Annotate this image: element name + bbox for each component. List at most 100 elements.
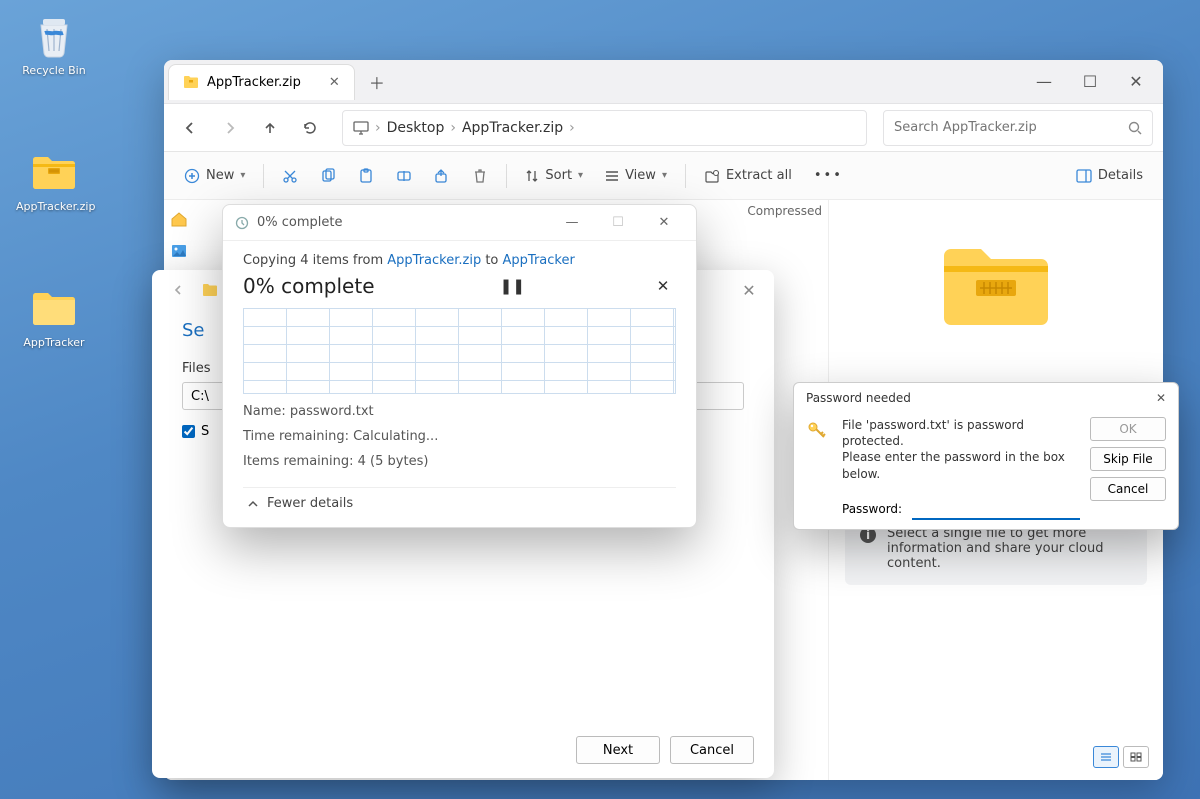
wizard-close-button[interactable]: ✕ <box>734 281 764 300</box>
password-title-bar: Password needed ✕ <box>794 383 1178 413</box>
zip-large-icon <box>936 236 1056 332</box>
wizard-cancel-button[interactable]: Cancel <box>670 736 754 764</box>
recycle-bin-icon <box>30 12 78 60</box>
detail-items: Items remaining: 4 (5 bytes) <box>243 454 676 469</box>
tab-strip: AppTracker.zip ✕ ＋ — ☐ ✕ <box>164 60 1163 104</box>
breadcrumb[interactable]: › Desktop › AppTracker.zip › <box>342 110 867 146</box>
extract-icon <box>704 169 720 183</box>
desktop-zip-label: AppTracker.zip <box>16 200 92 213</box>
cut-button[interactable] <box>272 159 308 193</box>
recycle-bin-label: Recycle Bin <box>16 64 92 77</box>
breadcrumb-item[interactable]: AppTracker.zip <box>462 120 563 136</box>
password-cancel-button[interactable]: Cancel <box>1090 477 1166 501</box>
thumbnails-view-button[interactable] <box>1123 746 1149 768</box>
toolbar-separator <box>506 164 507 188</box>
home-icon[interactable] <box>170 210 190 230</box>
password-input[interactable] <box>912 498 1080 520</box>
copying-line: Copying 4 items from AppTracker.zip to A… <box>243 253 676 268</box>
tab-apptracker[interactable]: AppTracker.zip ✕ <box>168 64 355 100</box>
view-icon <box>605 170 619 182</box>
refresh-button[interactable] <box>294 112 326 144</box>
rename-icon <box>396 168 412 184</box>
sort-label: Sort <box>545 168 572 183</box>
password-message: File 'password.txt' is password protecte… <box>842 417 1080 482</box>
plus-circle-icon <box>184 168 200 184</box>
window-minimize-button[interactable]: — <box>1021 66 1067 98</box>
detail-time: Time remaining: Calculating... <box>243 429 676 444</box>
column-header-compressed[interactable]: Compressed <box>747 204 822 218</box>
sort-button[interactable]: Sort ▾ <box>515 159 593 193</box>
details-label: Details <box>1098 168 1143 183</box>
details-pane-icon <box>1076 169 1092 183</box>
progress-close-button[interactable]: ✕ <box>644 209 684 237</box>
progress-icon <box>235 216 249 230</box>
copying-dest-link[interactable]: AppTracker <box>503 253 575 268</box>
progress-graph <box>243 308 676 394</box>
pause-button[interactable]: ❚❚ <box>499 277 525 295</box>
toolbar: New ▾ Sort ▾ View ▾ Extract all ••• <box>164 152 1163 200</box>
details-button[interactable]: Details <box>1066 159 1153 193</box>
search-input[interactable] <box>894 120 1120 135</box>
toolbar-separator <box>263 164 264 188</box>
delete-button[interactable] <box>462 159 498 193</box>
toolbar-separator <box>685 164 686 188</box>
share-icon <box>434 168 450 184</box>
chevron-up-icon <box>247 498 259 510</box>
copying-source-link[interactable]: AppTracker.zip <box>387 253 481 268</box>
rename-button[interactable] <box>386 159 422 193</box>
zip-icon <box>183 75 199 89</box>
nav-row: › Desktop › AppTracker.zip › <box>164 104 1163 152</box>
wizard-back-button[interactable] <box>162 274 194 306</box>
checkbox-input[interactable] <box>182 425 195 438</box>
tab-close-icon[interactable]: ✕ <box>329 75 340 90</box>
extract-all-button[interactable]: Extract all <box>694 159 802 193</box>
extract-all-label: Extract all <box>726 168 792 183</box>
cancel-x-button[interactable]: ✕ <box>650 277 676 295</box>
search-box[interactable] <box>883 110 1153 146</box>
password-skip-button[interactable]: Skip File <box>1090 447 1166 471</box>
zip-folder-icon <box>30 148 78 196</box>
password-ok-button[interactable]: OK <box>1090 417 1166 441</box>
gallery-icon[interactable] <box>170 242 190 262</box>
copy-progress-dialog: 0% complete — ☐ ✕ Copying 4 items from A… <box>222 204 697 528</box>
view-button[interactable]: View ▾ <box>595 159 677 193</box>
breadcrumb-sep: › <box>569 120 575 136</box>
progress-minimize-button[interactable]: — <box>552 209 592 237</box>
copying-prefix: Copying 4 items from <box>243 253 387 268</box>
zip-icon <box>202 283 218 297</box>
copy-button[interactable] <box>310 159 346 193</box>
wizard-next-button[interactable]: Next <box>576 736 660 764</box>
recycle-bin[interactable]: Recycle Bin <box>16 12 92 77</box>
desktop-folder[interactable]: AppTracker <box>16 284 92 349</box>
info-text: Select a single file to get more informa… <box>887 526 1133 571</box>
fewer-details-toggle[interactable]: Fewer details <box>243 487 676 519</box>
forward-button[interactable] <box>214 112 246 144</box>
info-icon: i <box>859 526 877 571</box>
tab-title: AppTracker.zip <box>207 75 301 90</box>
details-view-button[interactable] <box>1093 746 1119 768</box>
desktop-zip-file[interactable]: AppTracker.zip <box>16 148 92 213</box>
more-button[interactable]: ••• <box>804 159 853 193</box>
window-maximize-button[interactable]: ☐ <box>1067 66 1113 98</box>
window-close-button[interactable]: ✕ <box>1113 66 1159 98</box>
password-dialog: Password needed ✕ File 'password.txt' is… <box>793 382 1179 530</box>
trash-icon <box>472 168 488 184</box>
view-label: View <box>625 168 656 183</box>
new-button[interactable]: New ▾ <box>174 159 255 193</box>
password-close-button[interactable]: ✕ <box>1156 391 1166 405</box>
back-button[interactable] <box>174 112 206 144</box>
folder-icon <box>30 284 78 332</box>
breadcrumb-sep: › <box>450 120 456 136</box>
share-button[interactable] <box>424 159 460 193</box>
desktop-folder-label: AppTracker <box>16 336 92 349</box>
clipboard-icon <box>358 168 374 184</box>
progress-percent: 0% complete <box>243 274 375 298</box>
up-button[interactable] <box>254 112 286 144</box>
breadcrumb-item[interactable]: Desktop <box>387 120 445 136</box>
view-mode-toggle <box>1093 746 1149 768</box>
paste-button[interactable] <box>348 159 384 193</box>
detail-name: Name: password.txt <box>243 404 676 419</box>
progress-maximize-button[interactable]: ☐ <box>598 209 638 237</box>
sort-icon <box>525 169 539 183</box>
new-tab-button[interactable]: ＋ <box>363 68 391 96</box>
